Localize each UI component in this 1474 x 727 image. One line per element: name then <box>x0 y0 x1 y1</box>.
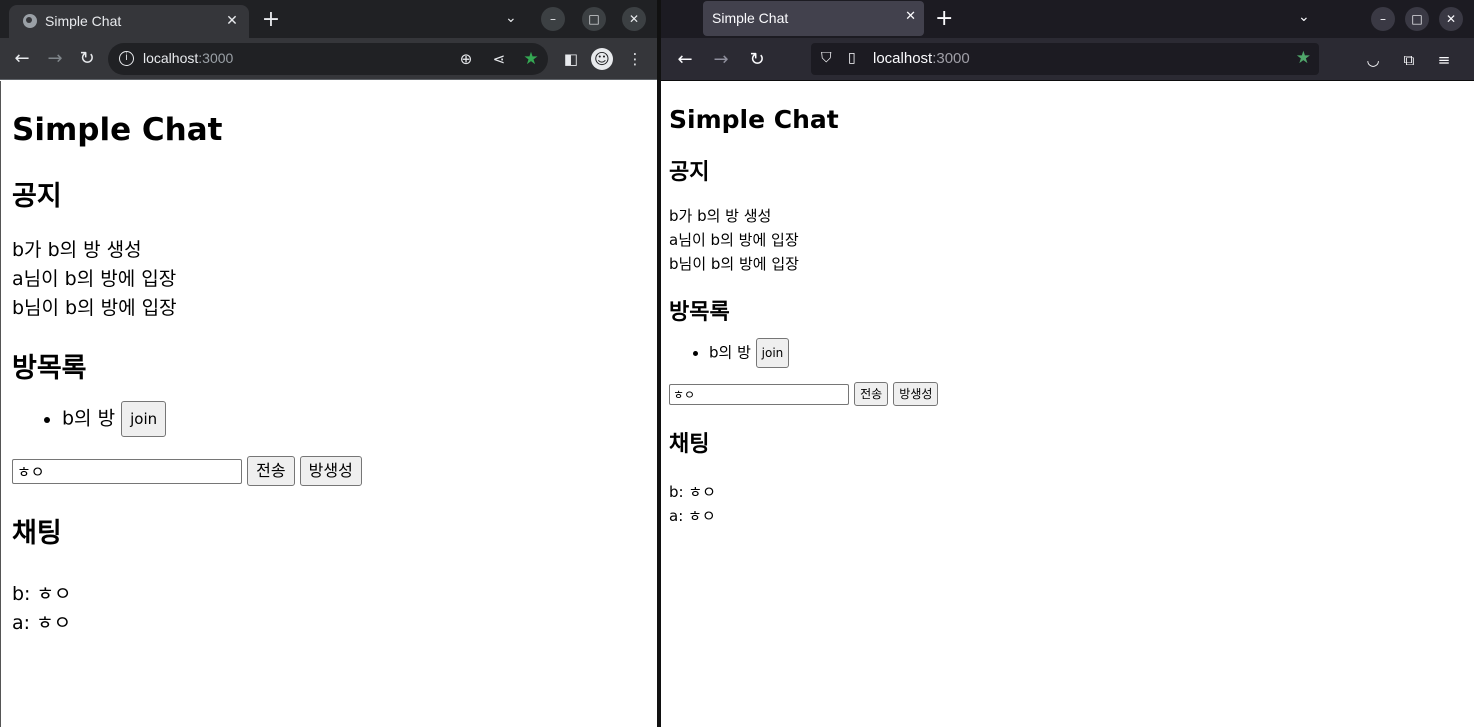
chrome-tab-title: Simple Chat <box>45 13 122 29</box>
notice-list: b가 b의 방 생성 a님이 b의 방에 입장 b님이 b의 방에 입장 <box>669 204 1466 276</box>
reload-icon[interactable]: ↻ <box>745 48 769 72</box>
globe-icon <box>23 14 37 28</box>
create-room-button[interactable]: 방생성 <box>299 456 362 486</box>
page-title: Simple Chat <box>669 105 839 134</box>
room-list: b의 방 join <box>669 338 1466 368</box>
firefox-tab-bar: Simple Chat ✕ + ⌄ – □ ✕ <box>661 0 1474 38</box>
window-close-button[interactable]: ✕ <box>622 7 646 31</box>
notice-item: a님이 b의 방에 입장 <box>669 231 799 249</box>
chat-message: b: ㅎㅇ <box>12 583 72 605</box>
new-tab-button[interactable]: + <box>260 9 282 31</box>
chrome-toolbar: ← → ↻ i localhost:3000 ⊕ ⋖ ★ ◧ ☺ ⋮ <box>0 38 657 80</box>
room-name: b의 방 <box>62 407 116 430</box>
hamburger-menu-icon[interactable]: ≡ <box>1432 48 1456 72</box>
firefox-window: Simple Chat ✕ + ⌄ – □ ✕ ← → ↻ ⛉ ▯ localh… <box>661 0 1474 727</box>
message-form: 전송 방생성 <box>12 456 646 486</box>
extensions-icon[interactable]: ⧉ <box>1397 48 1421 72</box>
address-bar[interactable]: i localhost:3000 <box>108 43 548 75</box>
side-panel-icon[interactable]: ◧ <box>559 47 583 71</box>
notice-item: b가 b의 방 생성 <box>12 239 142 261</box>
window-close-button[interactable]: ✕ <box>1439 7 1463 31</box>
chat-message: b: ㅎㅇ <box>669 483 716 501</box>
minimize-button[interactable]: – <box>541 7 565 31</box>
zoom-icon[interactable]: ⊕ <box>454 47 478 71</box>
chrome-tab-bar: Simple Chat ✕ + ⌄ – □ ✕ <box>0 0 657 38</box>
profile-avatar-icon[interactable]: ☺ <box>591 48 613 70</box>
notice-item: a님이 b의 방에 입장 <box>12 268 177 290</box>
chat-heading: 채팅 <box>669 432 710 457</box>
notice-heading: 공지 <box>669 160 710 185</box>
shield-icon[interactable]: ⛉ <box>821 50 832 66</box>
send-button[interactable]: 전송 <box>247 456 295 486</box>
page-icon[interactable]: ▯ <box>848 50 856 66</box>
room-item: b의 방 join <box>709 338 1466 368</box>
tab-search-icon[interactable]: ⌄ <box>505 10 517 26</box>
page-title: Simple Chat <box>12 112 223 148</box>
chrome-page-content: Simple Chat 공지 b가 b의 방 생성 a님이 b의 방에 입장 b… <box>0 81 657 727</box>
notice-item: b님이 b의 방에 입장 <box>669 255 799 273</box>
notice-heading: 공지 <box>12 181 62 212</box>
chat-log: b: ㅎㅇ a: ㅎㅇ <box>12 580 646 638</box>
back-arrow-icon[interactable]: ← <box>10 47 34 71</box>
rooms-heading: 방목록 <box>12 353 87 384</box>
star-icon[interactable]: ★ <box>519 47 543 71</box>
chat-heading: 채팅 <box>12 518 62 549</box>
room-list: b의 방 join <box>12 401 646 437</box>
forward-arrow-icon[interactable]: → <box>709 48 733 72</box>
chrome-tab[interactable]: Simple Chat ✕ <box>9 5 249 38</box>
kebab-menu-icon[interactable]: ⋮ <box>623 47 647 71</box>
notice-list: b가 b의 방 생성 a님이 b의 방에 입장 b님이 b의 방에 입장 <box>12 236 646 323</box>
firefox-page-content: Simple Chat 공지 b가 b의 방 생성 a님이 b의 방에 입장 b… <box>661 82 1474 727</box>
url-text[interactable]: localhost:3000 <box>873 50 970 67</box>
list-all-tabs-icon[interactable]: ⌄ <box>1298 9 1310 25</box>
chrome-window: Simple Chat ✕ + ⌄ – □ ✕ ← → ↻ i localhos… <box>0 0 657 727</box>
notice-item: b님이 b의 방에 입장 <box>12 297 177 319</box>
room-item: b의 방 join <box>62 401 646 437</box>
join-button[interactable]: join <box>755 338 790 368</box>
chat-log: b: ㅎㅇ a: ㅎㅇ <box>669 480 1466 528</box>
room-name: b의 방 <box>709 343 751 362</box>
rooms-heading: 방목록 <box>669 300 730 325</box>
minimize-button[interactable]: – <box>1371 7 1395 31</box>
forward-arrow-icon[interactable]: → <box>43 47 67 71</box>
address-bar[interactable]: ⛉ ▯ localhost:3000 ★ <box>811 43 1319 75</box>
message-input[interactable] <box>12 458 242 484</box>
chat-message: a: ㅎㅇ <box>12 612 72 634</box>
chat-message: a: ㅎㅇ <box>669 507 716 525</box>
firefox-tab-title: Simple Chat <box>712 10 789 26</box>
new-tab-button[interactable]: + <box>935 6 953 31</box>
message-form: 전송 방생성 <box>669 382 1466 406</box>
join-button[interactable]: join <box>121 401 167 437</box>
info-icon[interactable]: i <box>119 51 134 66</box>
message-input[interactable] <box>669 383 849 405</box>
firefox-toolbar: ← → ↻ ⛉ ▯ localhost:3000 ★ ◡ ⧉ ≡ <box>661 38 1474 81</box>
close-icon[interactable]: ✕ <box>905 9 916 24</box>
firefox-tab[interactable]: Simple Chat ✕ <box>703 1 924 36</box>
url-text[interactable]: localhost:3000 <box>143 50 233 66</box>
maximize-button[interactable]: □ <box>1405 7 1429 31</box>
create-room-button[interactable]: 방생성 <box>893 382 939 406</box>
send-button[interactable]: 전송 <box>854 382 889 406</box>
share-icon[interactable]: ⋖ <box>487 47 511 71</box>
notice-item: b가 b의 방 생성 <box>669 207 772 225</box>
reload-icon[interactable]: ↻ <box>75 47 99 71</box>
star-icon[interactable]: ★ <box>1296 48 1311 68</box>
close-icon[interactable]: ✕ <box>223 12 241 30</box>
maximize-button[interactable]: □ <box>582 7 606 31</box>
pocket-icon[interactable]: ◡ <box>1361 48 1385 72</box>
back-arrow-icon[interactable]: ← <box>673 48 697 72</box>
